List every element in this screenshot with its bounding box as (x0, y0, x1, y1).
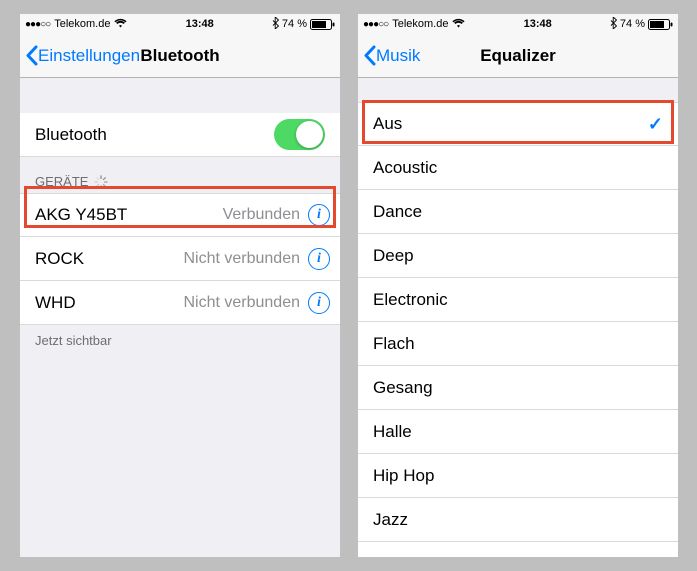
equalizer-option[interactable]: Halle (358, 410, 678, 454)
bluetooth-switch[interactable] (274, 119, 325, 150)
carrier-label: Telekom.de (54, 18, 110, 30)
wifi-icon (114, 18, 127, 31)
clock: 13:48 (127, 18, 271, 30)
device-row[interactable]: AKG Y45BTVerbunden i (20, 193, 340, 237)
equalizer-option-label: Halle (373, 422, 663, 442)
equalizer-option-label: Hip Hop (373, 466, 663, 486)
nav-bar: Musik Equalizer (358, 34, 678, 78)
equalizer-option-label: Klassik (373, 554, 663, 558)
battery-icon (310, 19, 335, 30)
device-name: AKG Y45BT (35, 205, 223, 225)
bluetooth-toggle-label: Bluetooth (35, 125, 274, 145)
equalizer-option-label: Electronic (373, 290, 663, 310)
signal-strength-icon: ●●●○○ (25, 19, 50, 30)
nav-bar: Einstellungen Bluetooth (20, 34, 340, 78)
wifi-icon (452, 18, 465, 31)
devices-section-header: GERÄTE (20, 157, 340, 193)
back-label: Musik (376, 46, 420, 66)
equalizer-option[interactable]: Hip Hop (358, 454, 678, 498)
equalizer-option[interactable]: Klassik (358, 542, 678, 557)
equalizer-option[interactable]: Deep (358, 234, 678, 278)
battery-icon (648, 19, 673, 30)
equalizer-option-label: Aus (373, 114, 648, 134)
back-button[interactable]: Musik (358, 45, 420, 66)
equalizer-option-label: Jazz (373, 510, 663, 530)
info-icon[interactable]: i (308, 204, 330, 226)
equalizer-option[interactable]: Aus✓ (358, 102, 678, 146)
signal-strength-icon: ●●●○○ (363, 19, 388, 30)
bluetooth-toggle-row[interactable]: Bluetooth (20, 113, 340, 157)
device-row[interactable]: WHDNicht verbunden i (20, 281, 340, 325)
equalizer-option[interactable]: Flach (358, 322, 678, 366)
status-bar: ●●●○○ Telekom.de 13:48 74 % (358, 14, 678, 34)
checkmark-icon: ✓ (648, 114, 663, 135)
bluetooth-icon (610, 17, 617, 32)
equalizer-option[interactable]: Electronic (358, 278, 678, 322)
equalizer-option-label: Acoustic (373, 158, 663, 178)
equalizer-option-label: Flach (373, 334, 663, 354)
device-row[interactable]: ROCKNicht verbunden i (20, 237, 340, 281)
equalizer-option[interactable]: Acoustic (358, 146, 678, 190)
carrier-label: Telekom.de (392, 18, 448, 30)
battery-percent: 74 % (282, 18, 307, 30)
phone-bluetooth: ●●●○○ Telekom.de 13:48 74 % Einstellunge… (20, 14, 340, 557)
equalizer-option[interactable]: Dance (358, 190, 678, 234)
device-status: Nicht verbunden (183, 294, 300, 312)
equalizer-option-label: Gesang (373, 378, 663, 398)
clock: 13:48 (465, 18, 609, 30)
info-icon[interactable]: i (308, 248, 330, 270)
device-status: Verbunden (223, 206, 300, 224)
device-name: WHD (35, 293, 183, 313)
equalizer-option[interactable]: Gesang (358, 366, 678, 410)
device-name: ROCK (35, 249, 183, 269)
bluetooth-icon (272, 17, 279, 32)
back-label: Einstellungen (38, 46, 140, 66)
phone-equalizer: ●●●○○ Telekom.de 13:48 74 % Musik Equali… (358, 14, 678, 557)
equalizer-option-label: Dance (373, 202, 663, 222)
device-status: Nicht verbunden (183, 250, 300, 268)
info-icon[interactable]: i (308, 292, 330, 314)
equalizer-option-label: Deep (373, 246, 663, 266)
visibility-footer: Jetzt sichtbar (20, 325, 340, 356)
battery-percent: 74 % (620, 18, 645, 30)
spinner-icon (94, 175, 108, 189)
equalizer-option[interactable]: Jazz (358, 498, 678, 542)
status-bar: ●●●○○ Telekom.de 13:48 74 % (20, 14, 340, 34)
back-button[interactable]: Einstellungen (20, 45, 140, 66)
